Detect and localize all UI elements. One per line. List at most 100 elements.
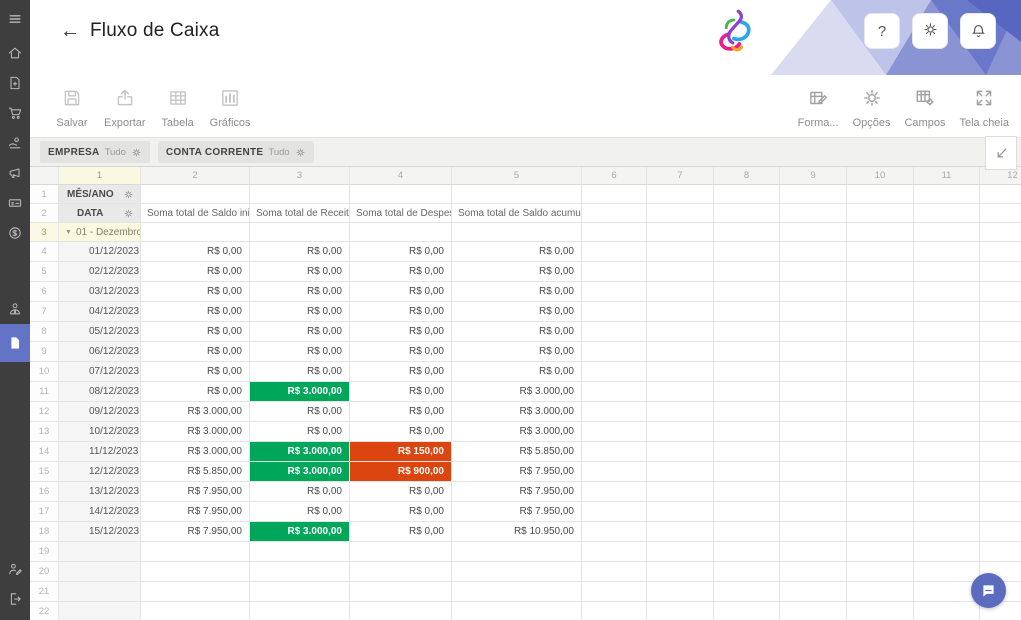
row-number[interactable]: 19 bbox=[30, 542, 59, 562]
empty-cell[interactable] bbox=[647, 362, 714, 382]
empty-cell[interactable] bbox=[250, 223, 350, 242]
value-cell[interactable]: R$ 0,00 bbox=[452, 322, 582, 342]
value-cell[interactable]: R$ 0,00 bbox=[350, 482, 452, 502]
empty-cell[interactable] bbox=[714, 204, 780, 223]
empty-cell[interactable] bbox=[847, 442, 914, 462]
empty-cell[interactable] bbox=[714, 242, 780, 262]
value-cell[interactable]: R$ 0,00 bbox=[350, 422, 452, 442]
empty-cell[interactable] bbox=[914, 362, 980, 382]
value-cell[interactable]: R$ 0,00 bbox=[452, 282, 582, 302]
empty-cell[interactable] bbox=[647, 342, 714, 362]
empty-cell[interactable] bbox=[980, 342, 1021, 362]
empty-cell[interactable] bbox=[582, 204, 647, 223]
value-cell[interactable]: R$ 0,00 bbox=[250, 242, 350, 262]
empty-cell[interactable] bbox=[780, 542, 847, 562]
empty-cell[interactable] bbox=[847, 262, 914, 282]
value-cell[interactable]: R$ 3.000,00 bbox=[250, 462, 350, 482]
empty-cell[interactable] bbox=[780, 185, 847, 204]
value-cell[interactable]: R$ 0,00 bbox=[350, 502, 452, 522]
empty-cell[interactable] bbox=[141, 562, 250, 582]
row-number[interactable]: 10 bbox=[30, 362, 59, 382]
row-number[interactable]: 5 bbox=[30, 262, 59, 282]
gear-icon[interactable] bbox=[123, 189, 134, 200]
empty-cell[interactable] bbox=[647, 462, 714, 482]
empty-cell[interactable] bbox=[582, 302, 647, 322]
value-cell[interactable]: R$ 5.850,00 bbox=[141, 462, 250, 482]
empty-cell[interactable] bbox=[452, 542, 582, 562]
row-number[interactable]: 13 bbox=[30, 422, 59, 442]
column-header-7[interactable]: 7 bbox=[647, 167, 714, 185]
column-header-3[interactable]: 3 bbox=[250, 167, 350, 185]
empty-cell[interactable] bbox=[980, 382, 1021, 402]
empty-cell[interactable] bbox=[847, 282, 914, 302]
empty-cell[interactable] bbox=[141, 602, 250, 620]
empty-cell[interactable] bbox=[714, 582, 780, 602]
empty-cell[interactable] bbox=[647, 185, 714, 204]
column-header-10[interactable]: 10 bbox=[847, 167, 914, 185]
value-cell[interactable]: R$ 0,00 bbox=[350, 282, 452, 302]
date-cell[interactable]: 08/12/2023 bbox=[59, 382, 141, 402]
date-cell[interactable]: 10/12/2023 bbox=[59, 422, 141, 442]
value-cell[interactable]: R$ 0,00 bbox=[452, 242, 582, 262]
field-label-cell[interactable]: MÊS/ANO bbox=[59, 185, 141, 204]
empty-cell[interactable] bbox=[647, 282, 714, 302]
empty-cell[interactable] bbox=[980, 462, 1021, 482]
empty-cell[interactable] bbox=[647, 562, 714, 582]
gear-icon[interactable] bbox=[131, 147, 142, 158]
empty-cell[interactable] bbox=[780, 442, 847, 462]
empty-cell[interactable] bbox=[250, 602, 350, 620]
value-cell[interactable]: R$ 3.000,00 bbox=[141, 402, 250, 422]
filter-pill-conta-corrente[interactable]: CONTA CORRENTETudo bbox=[158, 141, 314, 163]
column-header-2[interactable]: 2 bbox=[141, 167, 250, 185]
value-cell[interactable]: R$ 0,00 bbox=[250, 302, 350, 322]
empty-cell[interactable] bbox=[350, 582, 452, 602]
empty-cell[interactable] bbox=[780, 362, 847, 382]
empty-cell[interactable] bbox=[647, 262, 714, 282]
empty-cell[interactable] bbox=[452, 602, 582, 620]
column-header-6[interactable]: 6 bbox=[582, 167, 647, 185]
empty-cell[interactable] bbox=[714, 362, 780, 382]
empty-cell[interactable] bbox=[250, 185, 350, 204]
empty-cell[interactable] bbox=[250, 562, 350, 582]
empty-cell[interactable] bbox=[980, 502, 1021, 522]
date-cell[interactable]: 02/12/2023 bbox=[59, 262, 141, 282]
value-cell[interactable]: R$ 3.000,00 bbox=[452, 422, 582, 442]
empty-cell[interactable] bbox=[582, 402, 647, 422]
empty-cell[interactable] bbox=[914, 262, 980, 282]
sidebar-item-user-edit[interactable] bbox=[0, 554, 30, 584]
empty-cell[interactable] bbox=[980, 302, 1021, 322]
empty-cell[interactable] bbox=[980, 522, 1021, 542]
empty-cell[interactable] bbox=[714, 402, 780, 422]
charts-button[interactable]: Gráficos bbox=[206, 85, 255, 131]
empty-cell[interactable] bbox=[847, 422, 914, 442]
date-cell[interactable]: 14/12/2023 bbox=[59, 502, 141, 522]
empty-cell[interactable] bbox=[582, 342, 647, 362]
gear-icon[interactable] bbox=[123, 208, 134, 219]
date-cell[interactable]: 03/12/2023 bbox=[59, 282, 141, 302]
empty-cell[interactable] bbox=[582, 502, 647, 522]
empty-cell[interactable] bbox=[847, 223, 914, 242]
save-button[interactable]: Salvar bbox=[50, 85, 94, 131]
empty-cell[interactable] bbox=[914, 204, 980, 223]
column-header-4[interactable]: 4 bbox=[350, 167, 452, 185]
date-cell[interactable]: 12/12/2023 bbox=[59, 462, 141, 482]
value-cell[interactable]: R$ 3.000,00 bbox=[250, 442, 350, 462]
row-number[interactable]: 7 bbox=[30, 302, 59, 322]
empty-cell[interactable] bbox=[714, 522, 780, 542]
empty-cell[interactable] bbox=[980, 242, 1021, 262]
date-cell[interactable]: 11/12/2023 bbox=[59, 442, 141, 462]
row-number[interactable]: 14 bbox=[30, 442, 59, 462]
value-cell[interactable]: R$ 3.000,00 bbox=[250, 522, 350, 542]
empty-cell[interactable] bbox=[452, 223, 582, 242]
row-number[interactable]: 12 bbox=[30, 402, 59, 422]
empty-cell[interactable] bbox=[980, 204, 1021, 223]
empty-cell[interactable] bbox=[141, 223, 250, 242]
empty-cell[interactable] bbox=[980, 322, 1021, 342]
empty-cell[interactable] bbox=[780, 204, 847, 223]
empty-cell[interactable] bbox=[780, 562, 847, 582]
sidebar-item-purchases[interactable] bbox=[0, 98, 30, 128]
empty-cell[interactable] bbox=[780, 462, 847, 482]
value-cell[interactable]: R$ 0,00 bbox=[350, 342, 452, 362]
value-cell[interactable]: R$ 0,00 bbox=[350, 262, 452, 282]
value-cell[interactable]: R$ 7.950,00 bbox=[452, 502, 582, 522]
